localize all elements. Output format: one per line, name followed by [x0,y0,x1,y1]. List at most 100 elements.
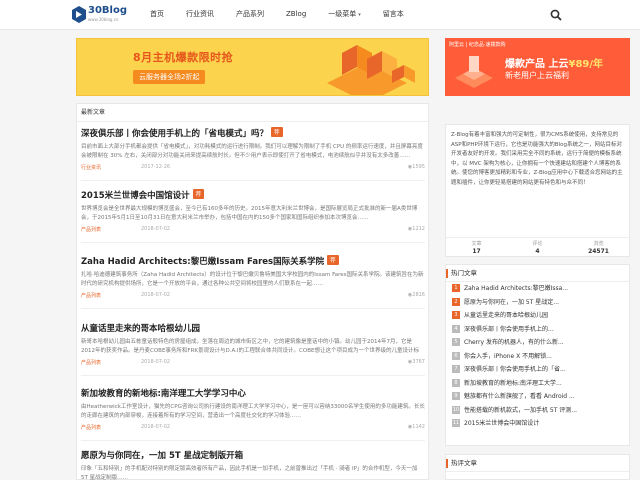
article-views: ◉2816 [408,292,425,298]
recommend-badge: 荐 [327,255,339,265]
rank-badge: 9 [452,392,460,400]
hot-article-item[interactable]: 10 性能搭载的新机款式，一加手机 5T 评测... [446,404,629,418]
rank-badge: 10 [452,405,460,414]
nav-item-products[interactable]: 产品系列 [236,0,264,30]
article-title[interactable]: 2015米兰世博会中国馆设计荐 [81,189,425,201]
logo-icon [72,6,86,23]
article-title-text: 从童话里走来的哥本哈根幼儿园 [81,324,201,334]
article-views-count: 1142 [412,424,425,430]
logo-name: 30Blog [88,5,127,16]
article-category[interactable]: 产品列表 [81,292,101,299]
article-title[interactable]: 新加坡教育的新地标:南洋理工大学学习中心 [81,387,425,399]
article-views-count: 3767 [412,359,425,365]
hot-articles: 热门文章 1 Zaha Hadid Architects:黎巴嫩Issa... 2… [445,264,630,446]
hot-article-item[interactable]: 5 Cherry 发布的机器人，有的什么新... [446,336,629,350]
list-item[interactable]: 新加坡教育的新地标:南洋理工大学学习中心 由Heatherwick工作室设计，猫… [81,387,425,441]
rank-badge: 2 [452,297,460,306]
nav-item-zblog[interactable]: ZBlog [286,0,306,30]
ad-header: 阿里云 | 纪念品·速拨款购 [449,42,506,48]
stat-articles: 文章 17 [446,238,507,256]
article-views: ◉1212 [408,226,425,232]
article-category[interactable]: 行业资讯 [81,164,101,171]
cloud-server-icon [455,56,493,88]
list-item[interactable]: 从童话里走来的哥本哈根幼儿园 新哥本哈根幼儿园由五栋童话般特色的房屋组成，坐落在… [81,322,425,376]
banner-subtitle: 云服务器全场2折起 [133,70,206,84]
hot-article-title: 性能搭载的新机款式，一加手机 5T 评测... [464,406,578,414]
sidebar-ad[interactable]: 阿里云 | 纪念品·速拨款购 爆款产品 上云¥89/年 新老用户上云福利 [445,38,630,96]
hot-article-title: 深夜俱乐部丨你会使用手机上的「省... [464,366,566,373]
promo-banner[interactable]: 8月主机爆款限时抢 云服务器全场2折起 [76,38,429,96]
rank-badge: 7 [452,365,460,373]
article-meta: 产品列表 2018-07-02 ◉1142 [81,424,425,433]
hot-article-item[interactable]: 2 愿原为与你同在，一加 5T 星战定... [446,296,629,310]
hot-article-item[interactable]: 9 魅族都有什么新旗舰了，看看 Android ... [446,390,629,404]
hot-article-title: 从童话里走来的哥本哈根幼儿园 [464,312,549,319]
nav-item-menu[interactable]: 一级菜单 ▾ [328,0,361,30]
article-title-text: Zaha Hadid Architects:黎巴嫩Issam Fares国际关系… [81,257,325,267]
article-meta: 产品列表 2018-07-02 ◉2816 [81,292,425,301]
main-nav: 首页 行业资讯 产品系列 ZBlog 一级菜单 ▾ 留言本 [150,0,426,30]
article-title[interactable]: 深夜俱乐部丨你会使用手机上的「省电模式」吗？荐 [81,127,425,139]
hot-article-item[interactable]: 8 新加坡教育的新地标:南洋理工大学... [446,377,629,391]
site-stats: 文章 17 评论 4 浏览 24571 [446,237,629,256]
article-category[interactable]: 产品列表 [81,226,101,233]
article-date: 2018-07-02 [141,424,171,430]
recommend-badge: 荐 [192,189,205,199]
banner-illustration [327,45,415,95]
hot-article-item[interactable]: 7 深夜俱乐部丨你会使用手机上的「省... [446,363,629,377]
article-title-text: 2015米兰世博会中国馆设计 [81,191,190,201]
article-views-count: 1595 [412,164,425,170]
article-list: 最新文章 深夜俱乐部丨你会使用手机上的「省电模式」吗？荐 目前市面上大部分手机都… [76,103,429,480]
list-item[interactable]: 愿原为与你同在，一加 5T 星战定制版开箱 印象「五和特别」的手机配对特别的限定… [81,449,425,480]
article-date: 2018-07-02 [141,359,171,365]
rank-badge: 5 [452,338,460,346]
article-excerpt: 世界博览会是全世界最大规模的博览盛会，至今已有160多年的历史。2015年意大利… [81,206,418,221]
rank-badge: 1 [452,284,460,292]
ad-headline: 爆款产品 上云¥89/年 [505,55,603,70]
article-date: 2018-07-02 [141,292,171,298]
hot-article-item[interactable]: 6 你会入手，iPhone X 不用解锁... [446,350,629,364]
rank-badge: 8 [452,378,460,387]
hot-article-item[interactable]: 4 深夜俱乐部丨你会使用手机上的... [446,323,629,337]
hot-article-title: 新加坡教育的新地标:南洋理工大学... [464,379,562,387]
hot-article-item[interactable]: 1 Zaha Hadid Architects:黎巴嫩Issa... [446,282,629,296]
article-category[interactable]: 产品列表 [81,359,101,366]
about-box: Z-Blog有着丰富和强大的可定制性，很为CMS系统使用，支持常见的 ASP和P… [445,124,630,257]
search-icon[interactable] [550,9,562,21]
stat-value: 4 [535,248,540,255]
stat-views: 浏览 24571 [568,238,629,256]
ad-headline-text: 爆款产品 上云 [505,59,569,70]
hot-article-item[interactable]: 11 2015米兰世博会中国馆设计 [446,417,629,431]
article-title[interactable]: 从童话里走来的哥本哈根幼儿园 [81,322,425,334]
banner-title: 8月主机爆款限时抢 [133,51,234,64]
stat-label: 浏览 [593,241,604,247]
hot-article-title: Zaha Hadid Architects:黎巴嫩Issa... [464,285,569,292]
article-title-text: 深夜俱乐部丨你会使用手机上的「省电模式」吗？ [81,129,269,139]
hot-article-item[interactable]: 3 从童话里走来的哥本哈根幼儿园 [446,309,629,323]
chevron-down-icon: ▾ [358,12,361,18]
nav-item-guestbook[interactable]: 留言本 [383,0,404,30]
nav-item-news[interactable]: 行业资讯 [186,0,214,30]
article-excerpt: 新哥本哈根幼儿园由五栋童话般特色的房屋组成，坐落在周边的城市街区之中，它的建筑像… [81,339,419,354]
rank-badge: 3 [452,311,460,319]
article-title[interactable]: 愿原为与你同在，一加 5T 星战定制版开箱 [81,449,425,461]
list-item[interactable]: Zaha Hadid Architects:黎巴嫩Issam Fares国际关系… [81,255,425,309]
list-item[interactable]: 2015米兰世博会中国馆设计荐 世界博览会是全世界最大规模的博览盛会，至今已有1… [81,189,425,243]
hot-article-title: 愿原为与你同在，一加 5T 星战定... [464,298,560,306]
site-logo[interactable]: 30Blog www.30blog.cn [72,5,132,25]
article-category[interactable]: 产品列表 [81,424,101,431]
nav-item-home[interactable]: 首页 [150,0,164,30]
article-title[interactable]: Zaha Hadid Architects:黎巴嫩Issam Fares国际关系… [81,255,425,267]
article-views: ◉1595 [408,164,425,170]
rank-badge: 11 [452,419,460,427]
list-item[interactable]: 深夜俱乐部丨你会使用手机上的「省电模式」吗？荐 目前市面上大部分手机都会提供「省… [81,127,425,181]
stat-comments: 评论 4 [507,238,568,256]
article-excerpt: 印象「五和特别」的手机配对特别的限定版高效者所有产品，因此手机是一加手机，之前曾… [81,466,418,480]
article-views-count: 2816 [412,292,425,298]
article-excerpt: 由Heatherwick工作室设计，猫先的CPG咨询公司执行建设的南洋理工大学学… [81,404,425,419]
stat-label: 评论 [532,241,543,247]
hot-article-title: 魅族都有什么新旗舰了，看看 Android ... [464,393,575,400]
stat-value: 17 [472,248,481,255]
ad-subline: 新老用户上云福利 [505,71,569,80]
hot-article-title: 你会入手，iPhone X 不用解锁... [464,352,552,360]
